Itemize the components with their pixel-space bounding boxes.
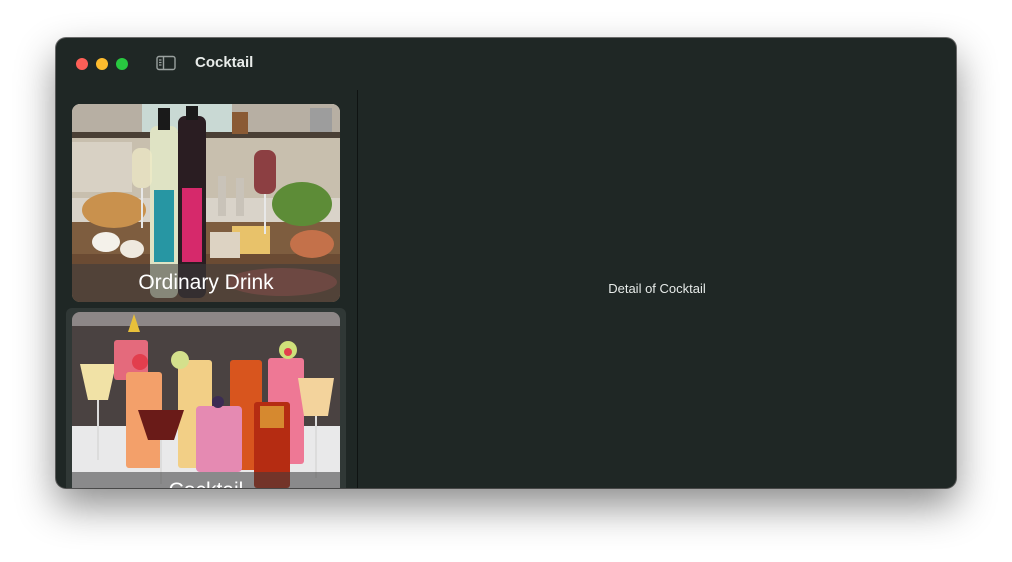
close-window-button[interactable] xyxy=(76,58,88,70)
zoom-window-button[interactable] xyxy=(116,58,128,70)
app-window: Cocktail Ordinary Drink Detail of Cockta… xyxy=(56,38,956,488)
minimize-window-button[interactable] xyxy=(96,58,108,70)
sidebar: Ordinary Drink xyxy=(56,90,357,488)
sidebar-item-cocktail[interactable]: Cocktail xyxy=(72,312,340,488)
detail-placeholder-text: Detail of Cocktail xyxy=(608,281,706,296)
sidebar-item-ordinary-drink[interactable]: Ordinary Drink xyxy=(72,104,340,302)
cocktail-image xyxy=(72,312,340,488)
title-bar: Cocktail xyxy=(56,38,956,90)
sidebar-toggle-icon[interactable] xyxy=(156,55,176,71)
detail-pane: Detail of Cocktail xyxy=(358,90,956,488)
sidebar-item-label: Ordinary Drink xyxy=(72,264,340,302)
window-title: Cocktail xyxy=(195,54,254,71)
sidebar-item-label: Cocktail xyxy=(72,472,340,488)
